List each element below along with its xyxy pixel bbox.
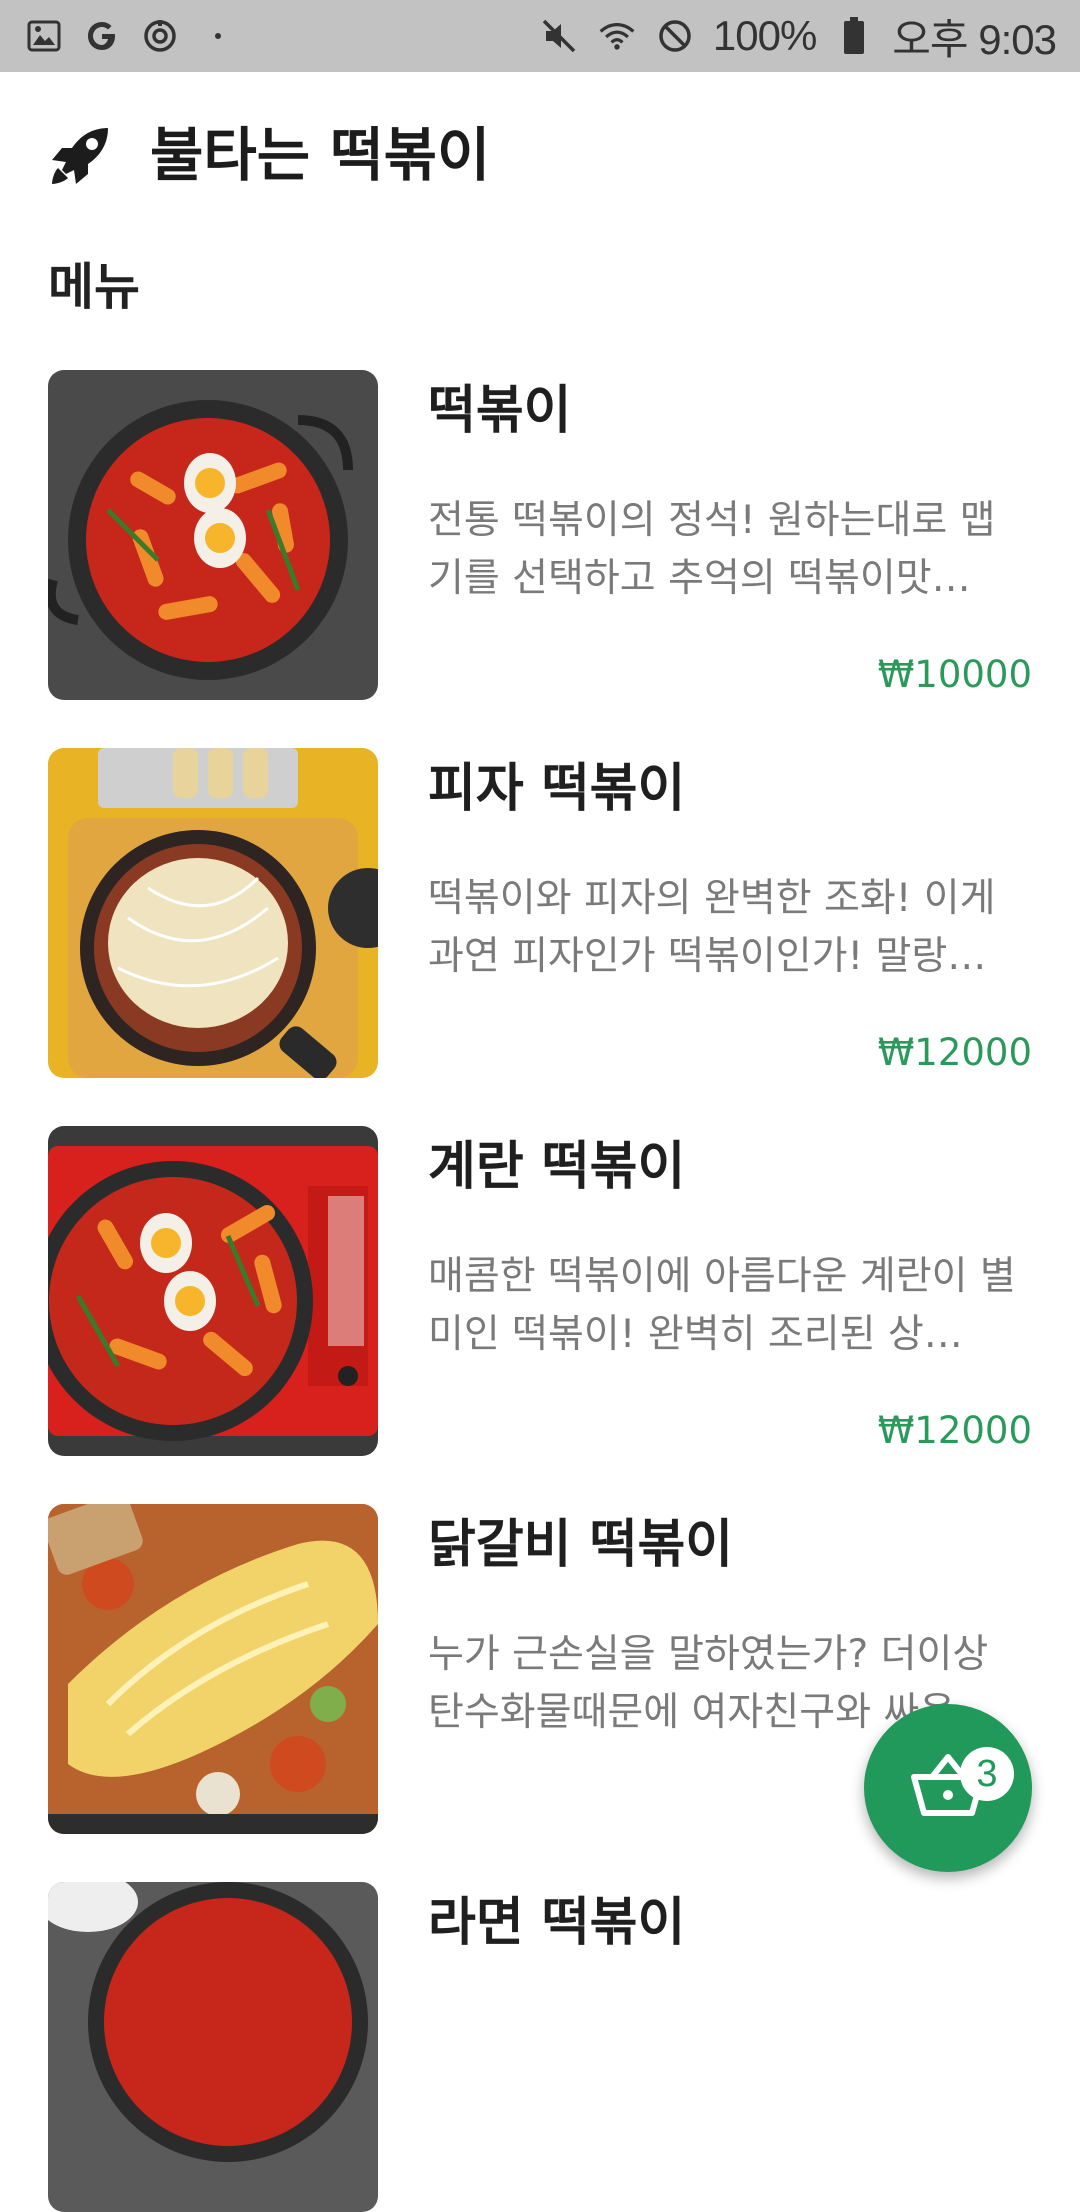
mute-icon <box>539 16 579 56</box>
menu-item-price: ₩12000 <box>877 1031 1032 1074</box>
battery-percent: 100% <box>712 12 817 59</box>
dot-icon <box>198 16 238 56</box>
status-left-icons <box>24 16 238 56</box>
blocked-icon <box>655 16 695 56</box>
battery-icon <box>834 16 874 56</box>
status-right-icons: 100% 오후 9:03 <box>539 6 1057 67</box>
menu-item-price: ₩12000 <box>877 1409 1032 1452</box>
menu-item-tteokbokki[interactable]: 떡볶이 전통 떡볶이의 정석! 원하는대로 맵기를 선택하고 추억의 떡볶이맛…… <box>0 370 1080 700</box>
menu-item-ramyeon-tteokbokki[interactable]: 라면 떡볶이 <box>0 1882 1080 2212</box>
menu-item-name: 닭갈비 떡볶이 <box>428 1515 734 1575</box>
menu-item-description: 전통 떡볶이의 정석! 원하는대로 맵기를 선택하고 추억의 떡볶이맛… <box>428 498 996 601</box>
menu-item-name: 떡볶이 <box>428 381 572 441</box>
rocket-icon <box>48 124 112 188</box>
clock: 오후 9:03 <box>892 15 1057 63</box>
menu-item-name: 계란 떡볶이 <box>428 1137 686 1197</box>
app-header: 불타는 떡볶이 <box>0 72 1080 252</box>
app-title: 불타는 떡볶이 <box>150 121 491 189</box>
google-icon <box>82 16 122 56</box>
wifi-icon <box>597 16 637 56</box>
menu-item-pizza-tteokbokki[interactable]: 피자 떡볶이 떡볶이와 피자의 완벽한 조화! 이게 과연 피자인가 떡볶이인가… <box>0 748 1080 1078</box>
section-title-menu: 메뉴 <box>48 258 140 316</box>
menu-item-image <box>48 748 378 1078</box>
menu-item-name: 라면 떡볶이 <box>428 1893 686 1953</box>
status-bar: 100% 오후 9:03 <box>0 0 1080 72</box>
sync-icon <box>140 16 180 56</box>
menu-item-image <box>48 1504 378 1834</box>
menu-item-egg-tteokbokki[interactable]: 계란 떡볶이 매콤한 떡볶이에 아름다운 계란이 별미인 떡볶이! 완벽히 조리… <box>0 1126 1080 1456</box>
menu-item-description: 매콤한 떡볶이에 아름다운 계란이 별미인 떡볶이! 완벽히 조리된 상… <box>428 1254 1016 1357</box>
menu-item-image <box>48 370 378 700</box>
cart-count-badge: 3 <box>960 1747 1014 1801</box>
menu-item-image <box>48 1126 378 1456</box>
menu-item-price: ₩10000 <box>877 653 1032 696</box>
menu-item-description: 떡볶이와 피자의 완벽한 조화! 이게 과연 피자인가 떡볶이인가! 말랑… <box>428 876 996 979</box>
menu-item-name: 피자 떡볶이 <box>428 759 686 819</box>
menu-item-image <box>48 1882 378 2212</box>
image-icon <box>24 16 64 56</box>
